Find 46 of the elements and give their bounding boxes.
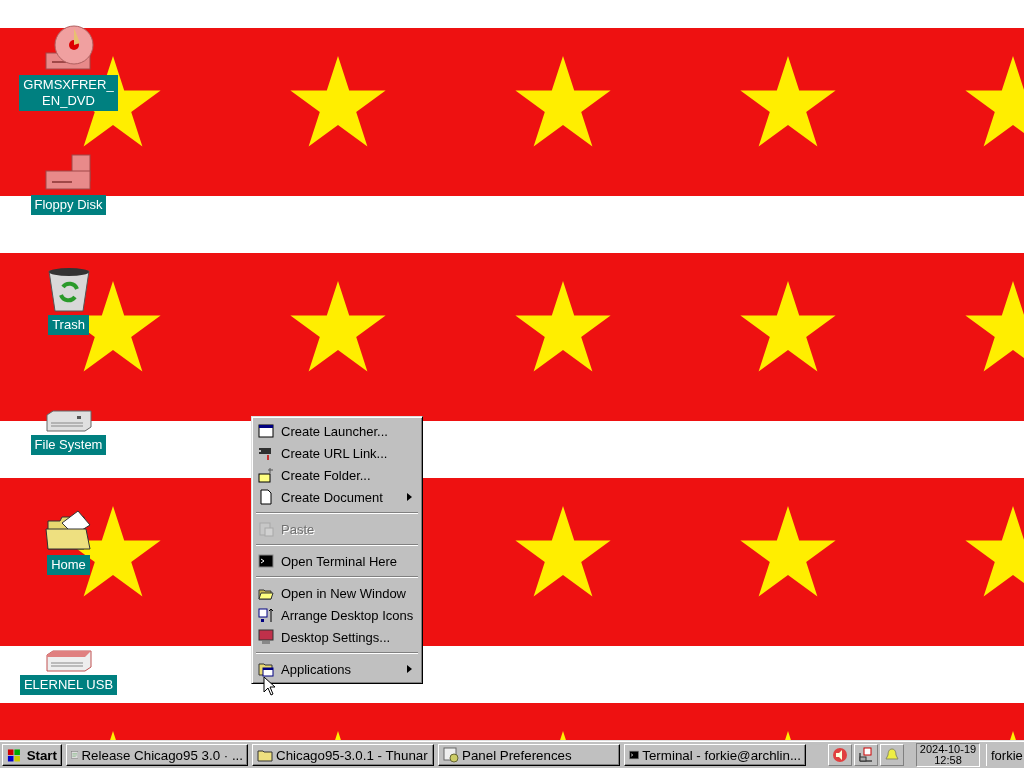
document-icon bbox=[258, 489, 274, 505]
new-folder-icon bbox=[258, 467, 274, 483]
menu-item[interactable]: Desktop Settings... bbox=[254, 626, 420, 648]
window-icon bbox=[258, 423, 274, 439]
monitor-icon bbox=[258, 629, 274, 645]
submenu-arrow-icon bbox=[407, 665, 412, 673]
arrange-icon bbox=[258, 607, 274, 623]
taskbar-button[interactable]: Release Chicago95 3.0 · ... bbox=[66, 744, 248, 766]
hard-drive-icon bbox=[44, 409, 93, 433]
menu-item[interactable]: Applications bbox=[254, 658, 420, 680]
icon-label[interactable]: Floppy Disk bbox=[30, 195, 107, 215]
applications-icon bbox=[258, 661, 274, 677]
taskbar-button[interactable]: Panel Preferences bbox=[438, 744, 620, 766]
clock[interactable]: 2024-10-19 12:58 bbox=[916, 743, 980, 767]
menu-item[interactable]: Arrange Desktop Icons bbox=[254, 604, 420, 626]
speaker-icon bbox=[832, 747, 848, 763]
submenu-arrow-icon bbox=[407, 493, 412, 501]
terminal-icon bbox=[629, 747, 640, 763]
icon-label[interactable]: ELERNEL USB bbox=[19, 675, 118, 695]
bell-icon bbox=[884, 747, 900, 763]
usb-drive-icon bbox=[44, 649, 93, 673]
menu-item[interactable]: Create Folder... bbox=[254, 464, 420, 486]
menu-item[interactable]: Open in New Window bbox=[254, 582, 420, 604]
icon-label[interactable]: Trash bbox=[48, 315, 89, 335]
tray-button[interactable] bbox=[880, 744, 904, 766]
taskbar-button[interactable]: Chicago95-3.0.1 - Thunar bbox=[252, 744, 434, 766]
user-name[interactable]: forkie bbox=[986, 744, 1023, 766]
tray-button[interactable] bbox=[854, 744, 878, 766]
folder-icon bbox=[43, 509, 94, 553]
icon-label[interactable]: Home bbox=[47, 555, 90, 575]
menu-item[interactable]: Create Document bbox=[254, 486, 420, 508]
folder-icon bbox=[257, 747, 273, 763]
start-button[interactable]: Start bbox=[2, 744, 62, 766]
floppy-drive-icon bbox=[43, 153, 94, 193]
tray-button[interactable] bbox=[828, 744, 852, 766]
network-icon bbox=[858, 747, 874, 763]
taskbar-button[interactable]: Terminal - forkie@archlin... bbox=[624, 744, 806, 766]
clipboard-icon bbox=[258, 521, 274, 537]
menu-item[interactable]: Create URL Link... bbox=[254, 442, 420, 464]
terminal-icon bbox=[258, 553, 274, 569]
mouse-pointer-icon bbox=[263, 676, 275, 696]
icon-label[interactable]: GRMSXFRER_ EN_DVD bbox=[19, 75, 118, 111]
menu-item[interactable]: Create Launcher... bbox=[254, 420, 420, 442]
dvd-drive-icon bbox=[43, 25, 94, 73]
icon-label[interactable]: File System bbox=[30, 435, 107, 455]
menu-item[interactable]: Open Terminal Here bbox=[254, 550, 420, 572]
